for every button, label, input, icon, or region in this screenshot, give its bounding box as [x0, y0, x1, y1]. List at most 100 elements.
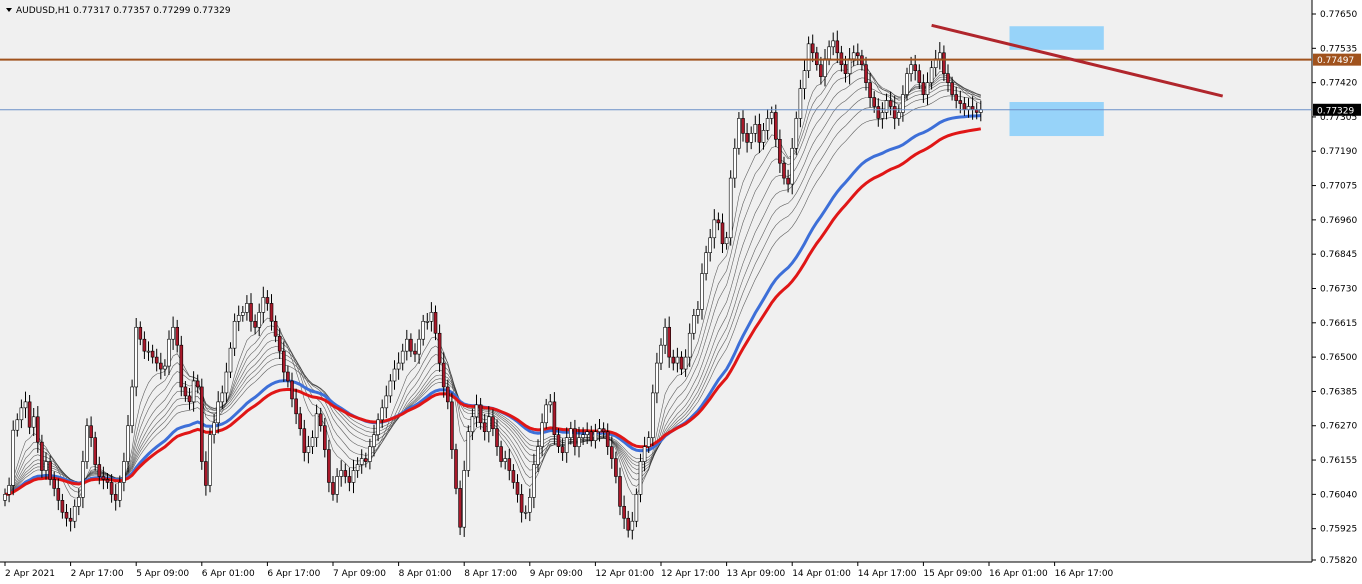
- candle-body[interactable]: [790, 147, 795, 185]
- candle-body[interactable]: [544, 404, 549, 424]
- candle-body[interactable]: [691, 315, 696, 334]
- candle-body[interactable]: [577, 437, 581, 447]
- candle-body[interactable]: [716, 219, 721, 224]
- candle-body[interactable]: [556, 434, 561, 447]
- candle-body[interactable]: [560, 446, 565, 453]
- candle-body[interactable]: [150, 350, 155, 358]
- candle-body[interactable]: [507, 458, 512, 471]
- candle-body[interactable]: [376, 419, 380, 435]
- candle-body[interactable]: [650, 392, 655, 438]
- candle-body[interactable]: [15, 419, 20, 431]
- candle-body[interactable]: [589, 431, 594, 441]
- candle-body[interactable]: [958, 100, 963, 104]
- candle-body[interactable]: [601, 428, 606, 433]
- candle-body[interactable]: [113, 494, 118, 501]
- candle-body[interactable]: [773, 112, 778, 140]
- candle-body[interactable]: [220, 392, 225, 403]
- candle-body[interactable]: [363, 458, 368, 462]
- candle-body[interactable]: [847, 58, 852, 74]
- candle-body[interactable]: [937, 52, 942, 60]
- candle-body[interactable]: [708, 237, 713, 253]
- candle-body[interactable]: [200, 386, 204, 462]
- candle-body[interactable]: [527, 497, 532, 513]
- candle-body[interactable]: [532, 464, 536, 498]
- candle-body[interactable]: [245, 303, 249, 313]
- candle-body[interactable]: [236, 315, 241, 322]
- candle-body[interactable]: [388, 380, 393, 397]
- candle-body[interactable]: [146, 350, 151, 353]
- candle-body[interactable]: [609, 446, 614, 459]
- candle-body[interactable]: [77, 497, 81, 507]
- candle-body[interactable]: [741, 118, 745, 134]
- candle-body[interactable]: [474, 404, 479, 418]
- candle-body[interactable]: [585, 431, 590, 435]
- candle-body[interactable]: [851, 52, 856, 60]
- candle-body[interactable]: [417, 338, 421, 355]
- candle-body[interactable]: [3, 494, 7, 501]
- candle-body[interactable]: [339, 470, 344, 477]
- candle-body[interactable]: [888, 100, 893, 107]
- candle-body[interactable]: [548, 401, 553, 406]
- candle-body[interactable]: [261, 297, 266, 313]
- candle-body[interactable]: [159, 362, 163, 370]
- candle-body[interactable]: [646, 437, 651, 447]
- candle-body[interactable]: [322, 425, 327, 450]
- candle-body[interactable]: [786, 177, 790, 185]
- candle-body[interactable]: [253, 321, 257, 328]
- candle-body[interactable]: [872, 97, 877, 107]
- candle-body[interactable]: [630, 520, 635, 531]
- candle-body[interactable]: [769, 112, 774, 119]
- candle-body[interactable]: [372, 434, 376, 447]
- candle-body[interactable]: [404, 338, 409, 352]
- candle-body[interactable]: [290, 380, 294, 400]
- candle-body[interactable]: [433, 312, 438, 334]
- candle-body[interactable]: [445, 386, 450, 403]
- candle-body[interactable]: [335, 476, 339, 495]
- candle-body[interactable]: [732, 147, 737, 179]
- candle-body[interactable]: [187, 395, 192, 403]
- candle-body[interactable]: [138, 326, 143, 340]
- candle-body[interactable]: [667, 326, 672, 358]
- candle-body[interactable]: [671, 356, 676, 364]
- candle-body[interactable]: [413, 350, 417, 355]
- candle-body[interactable]: [56, 488, 61, 501]
- candle-body[interactable]: [327, 449, 331, 483]
- candle-body[interactable]: [89, 425, 93, 438]
- candle-body[interactable]: [482, 422, 487, 433]
- candle-body[interactable]: [179, 344, 184, 388]
- candle-body[interactable]: [228, 347, 233, 373]
- candle-body[interactable]: [392, 368, 397, 382]
- candle-body[interactable]: [626, 517, 631, 531]
- candle-body[interactable]: [273, 321, 278, 337]
- candle-body[interactable]: [298, 413, 303, 430]
- candle-body[interactable]: [515, 482, 520, 495]
- candle-body[interactable]: [552, 401, 557, 435]
- candle-body[interactable]: [450, 401, 454, 450]
- candle-body[interactable]: [745, 133, 749, 143]
- candle-body[interactable]: [396, 362, 401, 370]
- candle-body[interactable]: [614, 458, 618, 477]
- candle-body[interactable]: [622, 505, 626, 519]
- candle-body[interactable]: [466, 431, 471, 471]
- candle-body[interactable]: [429, 312, 434, 322]
- candle-body[interactable]: [355, 464, 360, 471]
- candle-body[interactable]: [712, 219, 717, 239]
- candle-body[interactable]: [134, 326, 138, 388]
- candle-body[interactable]: [48, 461, 52, 480]
- candle-body[interactable]: [896, 112, 901, 119]
- candle-body[interactable]: [122, 461, 126, 483]
- candle-body[interactable]: [85, 425, 89, 462]
- candle-body[interactable]: [642, 446, 647, 462]
- candle-body[interactable]: [437, 332, 442, 364]
- candle-body[interactable]: [663, 326, 667, 346]
- candle-body[interactable]: [954, 94, 959, 101]
- candle-body[interactable]: [421, 321, 426, 340]
- candle-body[interactable]: [175, 326, 179, 346]
- candle-body[interactable]: [27, 401, 32, 428]
- candle-body[interactable]: [257, 312, 262, 328]
- candle-body[interactable]: [195, 380, 200, 388]
- candle-body[interactable]: [359, 458, 364, 465]
- candle-body[interactable]: [109, 482, 114, 495]
- candle-body[interactable]: [802, 70, 807, 89]
- candle-body[interactable]: [499, 446, 503, 462]
